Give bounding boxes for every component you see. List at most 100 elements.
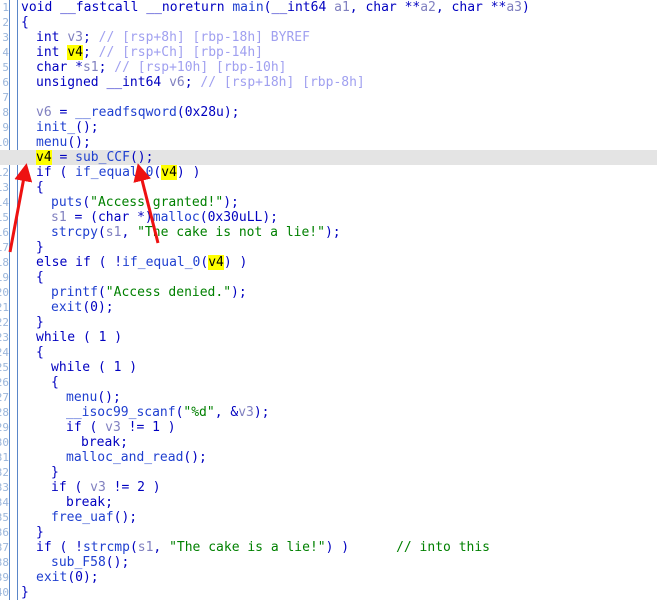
code-line[interactable]: else if ( !if_equal_0(v4) ) <box>0 255 657 270</box>
string-literal-token: "%d" <box>183 405 215 420</box>
code-line[interactable]: while ( 1 ) <box>0 330 657 345</box>
code-line[interactable]: sub_F58(); <box>0 555 657 570</box>
code-line[interactable]: strcpy(s1, "The cake is not a lie!"); <box>0 225 657 240</box>
keyword-token: if <box>36 165 52 180</box>
code-line[interactable]: int v3; // [rsp+8h] [rbp-18h] BYREF <box>0 30 657 45</box>
code-line[interactable]: unsigned __int64 v6; // [rsp+18h] [rbp-8… <box>0 75 657 90</box>
code-token: ); <box>82 570 99 585</box>
code-line[interactable]: } <box>0 585 657 600</box>
highlighted-token: v4 <box>36 150 52 165</box>
variable-token: a1 <box>334 0 350 15</box>
code-token: ( <box>82 300 91 315</box>
code-token: ; <box>184 75 193 90</box>
function-token: free_uaf <box>51 510 114 525</box>
code-line[interactable]: malloc_and_read(); <box>0 450 657 465</box>
function-token: __isoc99_scanf <box>66 405 176 420</box>
keyword-token: else <box>36 255 68 270</box>
code-line[interactable]: break; <box>0 495 657 510</box>
code-token: (); <box>97 390 121 405</box>
code-line[interactable]: { <box>0 270 657 285</box>
highlighted-token: v4 <box>161 165 177 180</box>
code-token: (); <box>105 555 130 570</box>
code-line[interactable]: while ( 1 ) <box>0 360 657 375</box>
code-line[interactable]: { <box>0 180 657 195</box>
code-line[interactable]: exit(0); <box>0 570 657 585</box>
code-line[interactable]: init_(); <box>0 120 657 135</box>
code-line[interactable] <box>0 90 657 105</box>
code-token: ( <box>90 210 98 225</box>
code-line[interactable]: { <box>0 345 657 360</box>
function-token: exit <box>51 300 83 315</box>
code-line[interactable]: free_uaf(); <box>0 510 657 525</box>
keyword-token: char <box>97 210 130 225</box>
code-token: ( <box>97 360 106 375</box>
code-token: ; <box>105 495 113 510</box>
code-line[interactable]: if ( !strcmp(s1, "The cake is a lie!") )… <box>0 540 657 555</box>
code-token: (); <box>67 135 91 150</box>
highlighted-token: v4 <box>67 45 83 60</box>
variable-token: s1 <box>137 540 154 555</box>
variable-token: v3 <box>105 420 121 435</box>
keyword-token: int <box>36 45 60 60</box>
code-token: } <box>36 525 44 540</box>
code-line[interactable]: if ( if_equal_0(v4) ) <box>0 165 657 180</box>
variable-token: s1 <box>82 60 99 75</box>
code-token: ( <box>176 105 185 120</box>
code-line[interactable]: } <box>0 465 657 480</box>
keyword-token: if <box>36 540 52 555</box>
code-line[interactable]: if ( v3 != 1 ) <box>0 420 657 435</box>
keyword-token: while <box>51 360 91 375</box>
code-line[interactable]: char *s1; // [rsp+10h] [rbp-10h] <box>0 60 657 75</box>
code-token: 0x28u <box>184 105 224 120</box>
comment-token: // [rsp+Ch] [rbp-14h] <box>98 45 263 60</box>
code-line[interactable]: } <box>0 315 657 330</box>
code-line-current[interactable]: v4 = sub_CCF(); <box>0 150 657 165</box>
code-token: ; <box>82 30 91 45</box>
function-token: exit <box>36 570 68 585</box>
code-token: } <box>36 240 44 255</box>
code-line[interactable]: menu(); <box>0 135 657 150</box>
code-token: ! <box>75 540 83 555</box>
code-line[interactable]: } <box>0 525 657 540</box>
pseudocode-code-area[interactable]: void __fastcall __noreturn main(__int64 … <box>0 0 657 600</box>
code-token: ); <box>231 285 247 300</box>
code-line[interactable]: v6 = __readfsqword(0x28u); <box>0 105 657 120</box>
code-line[interactable]: { <box>0 15 657 30</box>
string-literal-token: "Access granted!" <box>90 195 224 210</box>
code-token: ) <box>192 165 201 180</box>
code-token: ) <box>152 480 161 495</box>
code-line[interactable]: { <box>0 375 657 390</box>
code-token: (); <box>183 450 207 465</box>
code-line[interactable]: puts("Access granted!"); <box>0 195 657 210</box>
code-token: ( <box>82 195 91 210</box>
code-token: ); <box>223 105 240 120</box>
code-line[interactable]: s1 = (char *)malloc(0x30uLL); <box>0 210 657 225</box>
code-line[interactable]: printf("Access denied."); <box>0 285 657 300</box>
code-line[interactable]: menu(); <box>0 390 657 405</box>
code-token: { <box>36 270 44 285</box>
code-token: ** <box>404 0 421 15</box>
code-line[interactable]: break; <box>0 435 657 450</box>
code-line[interactable]: exit(0); <box>0 300 657 315</box>
code-line[interactable]: int v4; // [rsp+Ch] [rbp-14h] <box>0 45 657 60</box>
code-token: ); <box>97 300 114 315</box>
code-line[interactable]: if ( v3 != 2 ) <box>0 480 657 495</box>
code-line[interactable]: } <box>0 240 657 255</box>
code-line[interactable]: void __fastcall __noreturn main(__int64 … <box>0 0 657 15</box>
code-line[interactable]: __isoc99_scanf("%d", &v3); <box>0 405 657 420</box>
